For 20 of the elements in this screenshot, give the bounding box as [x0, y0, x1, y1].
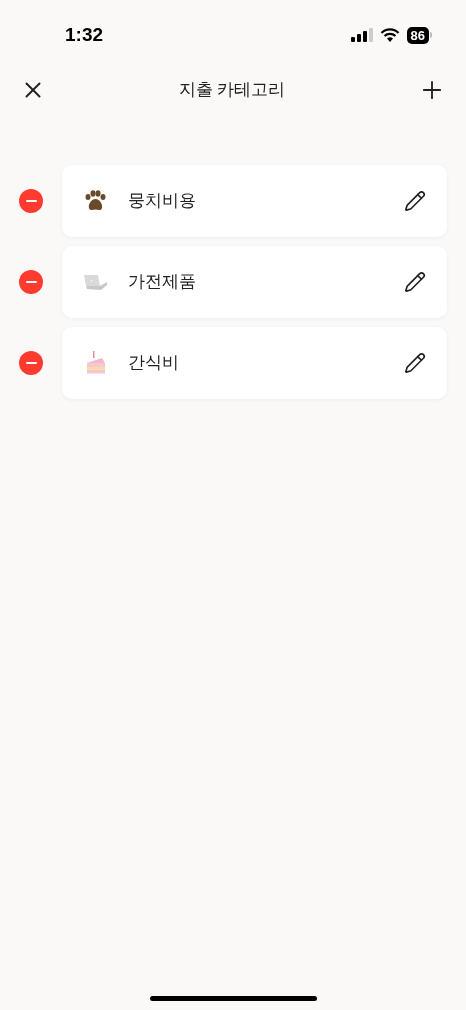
delete-button[interactable]: [19, 351, 43, 375]
category-name: 간식비: [128, 352, 180, 375]
category-card[interactable]: 간식비: [62, 327, 447, 399]
category-name: 가전제품: [128, 271, 197, 294]
cake-icon: [84, 350, 106, 376]
category-card[interactable]: 가전제품: [62, 246, 447, 318]
wifi-icon: [379, 28, 400, 42]
laptop-icon: [82, 272, 108, 292]
delete-button[interactable]: [19, 189, 43, 213]
status-time: 1:32: [65, 22, 104, 47]
edit-button[interactable]: [403, 351, 427, 375]
edit-button[interactable]: [403, 189, 427, 213]
page-title: 지출 카테고리: [178, 79, 286, 102]
delete-button[interactable]: [19, 270, 43, 294]
edit-button[interactable]: [403, 270, 427, 294]
paw-icon: [83, 190, 107, 212]
battery-icon: 86: [406, 26, 432, 44]
signal-icon: [350, 28, 373, 42]
category-name: 뭉치비용: [128, 190, 197, 213]
category-card[interactable]: 뭉치비용: [62, 165, 447, 237]
